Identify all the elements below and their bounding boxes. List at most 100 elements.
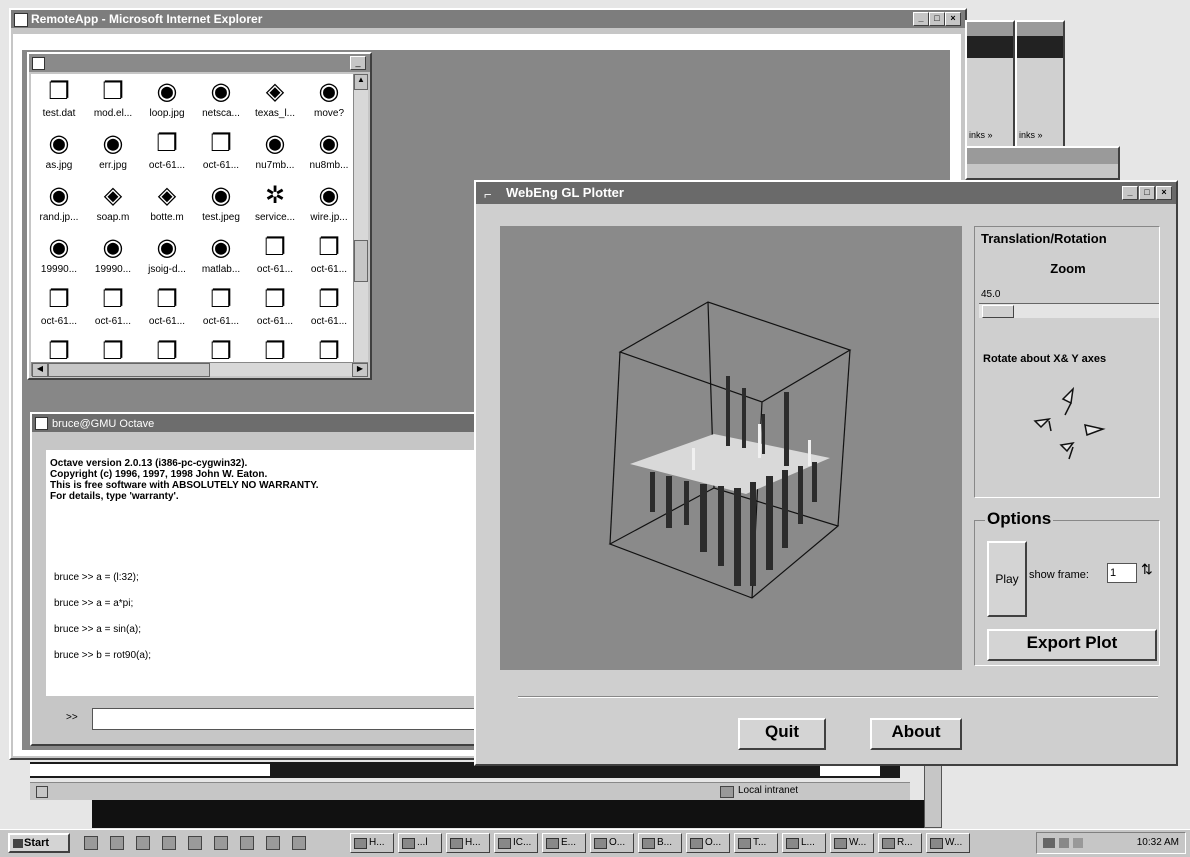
scroll-left-icon[interactable]: ◀ — [32, 363, 48, 377]
file-item[interactable]: ✲ service... — [247, 180, 303, 232]
document-icon: ❐ — [264, 338, 286, 362]
taskbar-button[interactable]: ...l — [398, 833, 442, 853]
file-item[interactable]: ◉ test.jpeg — [193, 180, 249, 232]
monitor-icon[interactable] — [214, 836, 228, 850]
file-item-label: oct-61... — [256, 264, 294, 275]
terminal-icon[interactable] — [240, 836, 254, 850]
tray-clock[interactable]: 10:32 AM — [1137, 837, 1179, 848]
file-item[interactable]: ❐ oct-61... — [31, 284, 87, 336]
file-item[interactable]: ◉ rand.jp... — [31, 180, 87, 232]
file-item-label: oct-61... — [148, 316, 186, 327]
file-item[interactable]: ❐ — [85, 336, 141, 362]
file-item[interactable]: ◉ move? — [301, 76, 353, 128]
file-item[interactable]: ❐ oct-61... — [301, 232, 353, 284]
file-item-label: oct-61... — [310, 264, 348, 275]
file-item-label: oct-61... — [202, 316, 240, 327]
file-item[interactable]: ◈ soap.m — [85, 180, 141, 232]
file-item-label: rand.jp... — [39, 212, 79, 223]
taskbar-button[interactable]: B... — [638, 833, 682, 853]
file-item[interactable]: ❐ oct-61... — [247, 232, 303, 284]
close-icon[interactable]: × — [1156, 186, 1172, 200]
frame-stepper-icon[interactable]: ⇅ — [1141, 561, 1153, 578]
tray-volume-icon[interactable] — [1059, 838, 1069, 848]
file-item-label: texas_l... — [254, 108, 296, 119]
tool-icon[interactable] — [266, 836, 280, 850]
minimize-icon[interactable]: _ — [1122, 186, 1138, 200]
image-icon: ◉ — [48, 130, 70, 157]
document-icon: ❐ — [48, 338, 70, 362]
scroll-thumb[interactable] — [48, 363, 210, 377]
desktop-icon[interactable] — [84, 836, 98, 850]
gears-icon: ✲ — [264, 182, 286, 209]
file-item[interactable]: ◉ jsoig-d... — [139, 232, 195, 284]
frame-input[interactable] — [1107, 563, 1137, 583]
banner-line: For details, type 'warranty'. — [50, 491, 179, 502]
command-line: bruce >> a = (l:32); — [54, 572, 139, 583]
taskbar-button[interactable]: H... — [350, 833, 394, 853]
maximize-icon[interactable]: □ — [1139, 186, 1155, 200]
rotation-arrows[interactable] — [1033, 387, 1113, 467]
command-line: bruce >> b = rot90(a); — [54, 650, 152, 661]
file-item[interactable]: ❐ oct-61... — [301, 284, 353, 336]
taskbar-button[interactable]: L... — [782, 833, 826, 853]
explorer-icon[interactable] — [110, 836, 124, 850]
file-item[interactable]: ◉ matlab... — [193, 232, 249, 284]
document-icon: ❐ — [318, 286, 340, 313]
file-item[interactable]: ❐ oct-61... — [139, 284, 195, 336]
tray-app-icon[interactable] — [1073, 838, 1083, 848]
file-item-label: oct-61... — [94, 316, 132, 327]
arrow-stem — [1048, 420, 1052, 432]
file-item[interactable]: ◉ wire.jp... — [301, 180, 353, 232]
file-item[interactable]: ❐ — [139, 336, 195, 362]
taskbar-button[interactable]: T... — [734, 833, 778, 853]
file-item[interactable]: ❐ oct-61... — [193, 284, 249, 336]
file-item[interactable]: ❐ — [193, 336, 249, 362]
file-item[interactable]: ❐ oct-61... — [85, 284, 141, 336]
start-label: Start — [24, 837, 50, 849]
file-item[interactable]: ❐ oct-61... — [139, 128, 195, 180]
taskbar-button[interactable]: O... — [590, 833, 634, 853]
taskbar-button[interactable]: E... — [542, 833, 586, 853]
file-item[interactable]: ◉ nu7mb... — [247, 128, 303, 180]
taskbar-button[interactable]: W... — [830, 833, 874, 853]
start-button[interactable]: Start — [8, 833, 70, 853]
file-item[interactable]: ❐ — [301, 336, 353, 362]
file-item[interactable]: ◉ nu8mb... — [301, 128, 353, 180]
image-icon: ◉ — [318, 130, 340, 157]
browser-icon[interactable] — [188, 836, 202, 850]
windows-logo-icon — [13, 839, 23, 848]
file-item-label: oct-61... — [148, 160, 186, 171]
taskbar-button[interactable]: R... — [878, 833, 922, 853]
file-item[interactable]: ❐ — [247, 336, 303, 362]
document-icon: ❐ — [210, 130, 232, 157]
file-item[interactable]: ◈ botte.m — [139, 180, 195, 232]
taskbar-button[interactable]: IC... — [494, 833, 538, 853]
file-browser-titlebar[interactable]: _ — [29, 54, 370, 72]
file-item[interactable]: ❐ — [31, 336, 87, 362]
taskbar-button[interactable]: W... — [926, 833, 970, 853]
file-item[interactable]: ◉ 19990... — [31, 232, 87, 284]
horizontal-scrollbar[interactable]: ◀ ▶ — [31, 362, 368, 377]
file-item[interactable]: ❐ oct-61... — [247, 284, 303, 336]
taskbar-button[interactable]: O... — [686, 833, 730, 853]
file-item[interactable]: ◉ as.jpg — [31, 128, 87, 180]
file-item[interactable]: ◉ loop.jpg — [139, 76, 195, 128]
image-icon: ◉ — [102, 234, 124, 261]
taskbar-button[interactable]: H... — [446, 833, 490, 853]
file-item[interactable]: ◈ texas_l... — [247, 76, 303, 128]
file-item-label: botte.m — [150, 212, 184, 223]
image-icon: ◉ — [210, 78, 232, 105]
file-item[interactable]: ❐ oct-61... — [193, 128, 249, 180]
file-item[interactable]: ◉ err.jpg — [85, 128, 141, 180]
file-item[interactable]: ❐ test.dat — [31, 76, 87, 128]
image-icon: ◉ — [264, 130, 286, 157]
file-item[interactable]: ❐ mod.el... — [85, 76, 141, 128]
network-icon[interactable] — [136, 836, 150, 850]
file-item[interactable]: ◉ 19990... — [85, 232, 141, 284]
document-icon: ❐ — [318, 338, 340, 362]
tray-network-icon[interactable] — [1043, 838, 1055, 848]
pin-icon[interactable] — [292, 836, 306, 850]
link-icon[interactable] — [162, 836, 176, 850]
file-item[interactable]: ◉ netsca... — [193, 76, 249, 128]
taskbar-task-list: H... ...l H... IC... E... O... B... O... T... L..… — [350, 0, 1030, 857]
